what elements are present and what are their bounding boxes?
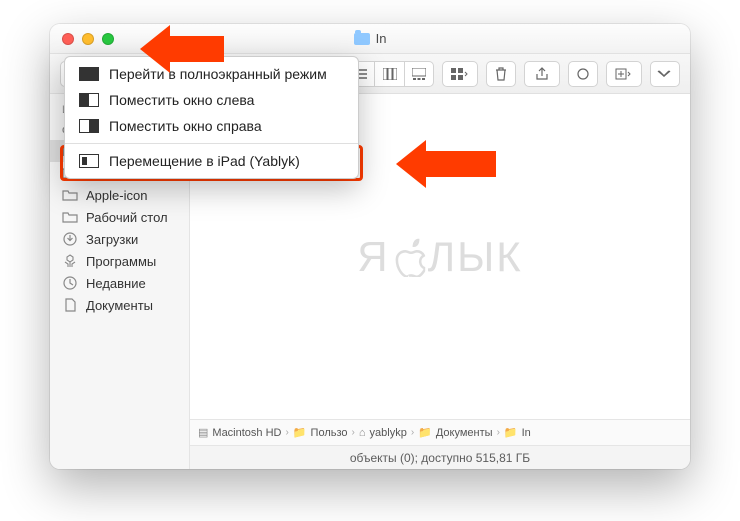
menu-item-label: Поместить окно справа <box>109 118 262 134</box>
annotation-arrow <box>140 25 224 73</box>
share-button[interactable] <box>524 61 560 87</box>
watermark: Я ЛЫК <box>357 233 523 281</box>
folder-icon <box>354 33 370 45</box>
apps-icon <box>62 253 78 269</box>
sidebar-item-appleicon[interactable]: Apple-icon <box>50 184 189 206</box>
menu-tile-right[interactable]: Поместить окно справа <box>65 113 358 139</box>
annotation-arrow <box>396 140 496 188</box>
chevron-icon: › <box>411 427 414 438</box>
zoom-button[interactable] <box>102 33 114 45</box>
status-text: объекты (0); доступно 515,81 ГБ <box>350 451 530 465</box>
sidebar-item-documents[interactable]: Документы <box>50 294 189 316</box>
sidecar-icon <box>79 154 99 168</box>
column-view-button[interactable] <box>374 61 404 87</box>
recent-icon <box>62 275 78 291</box>
group-button[interactable] <box>442 61 478 87</box>
sidebar-item-label: Недавние <box>86 276 146 291</box>
sidebar-item-downloads[interactable]: Загрузки <box>50 228 189 250</box>
sidebar-item-desktop[interactable]: Рабочий стол <box>50 206 189 228</box>
docs-icon <box>62 297 78 313</box>
tags-button[interactable] <box>568 61 598 87</box>
folder-icon <box>62 209 78 225</box>
window-controls <box>62 33 114 45</box>
menu-tile-left[interactable]: Поместить окно слева <box>65 87 358 113</box>
delete-button[interactable] <box>486 61 516 87</box>
folder-icon: 📁 <box>293 426 307 439</box>
sidebar-item-label: Документы <box>86 298 153 313</box>
crumb-hd[interactable]: ▤Macintosh HD <box>198 426 281 439</box>
tile-right-icon <box>79 119 99 133</box>
tile-left-icon <box>79 93 99 107</box>
home-icon: ⌂ <box>359 427 366 439</box>
folder-icon: 📁 <box>418 426 432 439</box>
sidebar-item-label: Рабочий стол <box>86 210 168 225</box>
sidebar-item-label: Загрузки <box>86 232 138 247</box>
window-title-text: In <box>376 31 387 46</box>
folder-icon <box>62 187 78 203</box>
crumb-in[interactable]: 📁In <box>504 426 531 439</box>
menu-item-label: Поместить окно слева <box>109 92 254 108</box>
chevron-icon: › <box>285 427 288 438</box>
watermark-text: Я <box>357 233 389 281</box>
crumb-docs[interactable]: 📁Документы <box>418 426 492 439</box>
crumb-home[interactable]: ⌂yablykp <box>359 427 407 439</box>
hd-icon: ▤ <box>198 426 208 439</box>
sidebar-item-label: Программы <box>86 254 156 269</box>
fullscreen-icon <box>79 67 99 81</box>
download-icon <box>62 231 78 247</box>
action-button[interactable] <box>606 61 642 87</box>
folder-icon: 📁 <box>504 426 518 439</box>
menu-item-label: Перемещение в iPad (Yablyk) <box>109 153 300 169</box>
menu-separator <box>65 143 358 144</box>
overflow-button[interactable] <box>650 61 680 87</box>
watermark-text: ЛЫК <box>428 233 523 281</box>
window-menu: Перейти в полноэкранный режим Поместить … <box>64 56 359 179</box>
sidebar-item-recent[interactable]: Недавние <box>50 272 189 294</box>
gallery-view-button[interactable] <box>404 61 434 87</box>
chevron-icon: › <box>352 427 355 438</box>
minimize-button[interactable] <box>82 33 94 45</box>
sidebar-item-apps[interactable]: Программы <box>50 250 189 272</box>
close-button[interactable] <box>62 33 74 45</box>
chevron-icon: › <box>497 427 500 438</box>
sidebar-item-label: Apple-icon <box>86 188 147 203</box>
status-bar: объекты (0); доступно 515,81 ГБ <box>190 445 690 469</box>
crumb-users[interactable]: 📁Пользо <box>293 426 348 439</box>
path-bar: ▤Macintosh HD › 📁Пользо › ⌂yablykp › 📁До… <box>190 419 690 445</box>
apple-icon <box>392 237 426 277</box>
menu-move-to-ipad[interactable]: Перемещение в iPad (Yablyk) <box>65 148 358 174</box>
